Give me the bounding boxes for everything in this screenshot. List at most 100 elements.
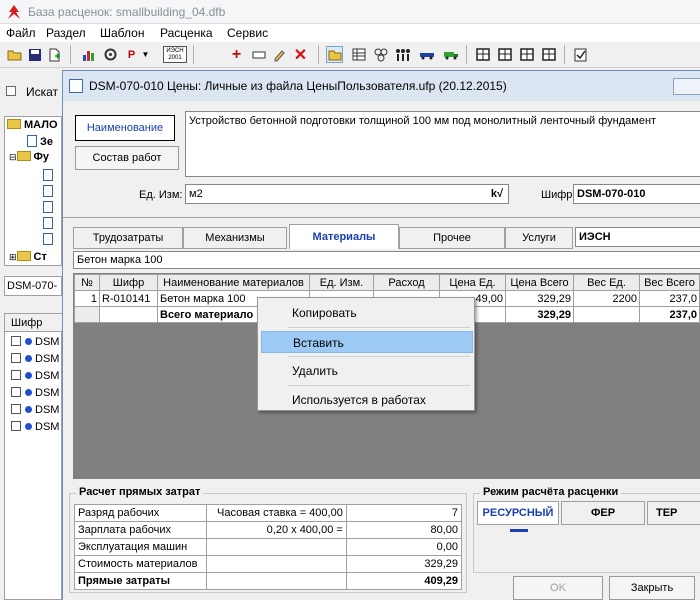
tree-node[interactable]	[43, 169, 56, 182]
new-doc-icon[interactable]	[46, 46, 63, 63]
table-header-row: № Шифр Наименование материалов Ед. Изм. …	[74, 274, 700, 291]
checkbox[interactable]	[11, 370, 21, 380]
rate-list[interactable]: Шифр DSM DSM DSM DSM DSM DSM	[4, 313, 63, 600]
work-composition-button[interactable]: Состав работ	[75, 146, 179, 170]
checkbox[interactable]	[11, 336, 21, 346]
add-plus-icon[interactable]: +	[228, 46, 245, 63]
tree-node-root[interactable]: МАЛО	[7, 119, 58, 131]
ok-button[interactable]: OK	[513, 576, 603, 600]
list-item[interactable]: DSM	[11, 421, 59, 433]
maximize-button[interactable]	[673, 78, 700, 95]
menu-item-delete[interactable]: Удалить	[261, 360, 473, 382]
checkbox[interactable]	[11, 353, 21, 363]
menu-rate[interactable]: Расценка	[160, 26, 213, 40]
table-cell[interactable]: 237,0	[639, 290, 700, 307]
mode-fer-tab[interactable]: ФЕР	[561, 501, 645, 525]
list-item[interactable]: DSM	[11, 404, 59, 416]
description-field[interactable]: Устройство бетонной подготовки толщиной …	[185, 111, 700, 177]
tab-services[interactable]: Услуги	[505, 227, 573, 249]
table-edit-icon[interactable]	[518, 46, 535, 63]
bullet-icon	[25, 355, 32, 362]
iesn-icon[interactable]: ИЭСН 2001	[163, 46, 187, 63]
rate-dialog: DSM-070-010 Цены: Личные из файла ЦеныПо…	[62, 70, 700, 600]
tree-node[interactable]: ⊞ Ст	[9, 251, 47, 263]
group-title: Режим расчёта расценки	[480, 486, 622, 498]
folder-view-icon[interactable]	[326, 46, 343, 63]
tree-node[interactable]: Зе	[27, 135, 53, 148]
tree-node[interactable]	[43, 233, 56, 246]
col-header: Шифр	[99, 274, 158, 291]
tree-node[interactable]: ⊟ Фу	[9, 151, 49, 163]
menu-item-paste[interactable]: Вставить	[261, 331, 473, 353]
mode-ter-tab[interactable]: ТЕР	[647, 501, 700, 525]
tab-materials[interactable]: Материалы	[289, 224, 399, 249]
calc-mid	[205, 538, 347, 556]
table-cell	[74, 306, 100, 323]
table-cell[interactable]: 329,29	[505, 290, 574, 307]
table-del-icon[interactable]	[540, 46, 557, 63]
calc-mid	[205, 572, 347, 590]
menu-item-used-in-works[interactable]: Используется в работах	[261, 389, 473, 411]
table-icon[interactable]	[474, 46, 491, 63]
grid-view-icon[interactable]	[350, 46, 367, 63]
check-doc-icon[interactable]	[572, 46, 589, 63]
table-row: Эксплуатация машин 0,00	[74, 538, 463, 556]
calc-value[interactable]: 7	[345, 504, 463, 522]
folder-icon	[7, 119, 21, 129]
app-logo-icon	[8, 5, 20, 19]
checkbox[interactable]	[11, 387, 21, 397]
machine-icon[interactable]	[418, 46, 435, 63]
code-filter-field[interactable]: DSM-070-	[4, 276, 62, 296]
list-item[interactable]: DSM	[11, 387, 59, 399]
edit-icon[interactable]	[270, 46, 287, 63]
workers-icon[interactable]	[394, 46, 411, 63]
menu-item-copy[interactable]: Копировать	[261, 302, 473, 324]
menu-service[interactable]: Сервис	[227, 26, 268, 40]
code-field[interactable]: DSM-070-010	[573, 184, 700, 204]
chart-icon[interactable]	[80, 46, 97, 63]
table-add-icon[interactable]	[496, 46, 513, 63]
menu-separator	[288, 385, 470, 386]
unit-field[interactable]: м2	[185, 184, 509, 204]
open-folder-icon[interactable]	[6, 46, 23, 63]
bullet-icon	[25, 423, 32, 430]
menu-separator	[288, 356, 470, 357]
mode-resource-tab[interactable]: РЕСУРСНЫЙ	[477, 501, 559, 525]
save-icon[interactable]	[26, 46, 43, 63]
menu-template[interactable]: Шаблон	[100, 26, 144, 40]
table-cell[interactable]: R-010141	[99, 290, 158, 307]
menu-file[interactable]: Файл	[6, 26, 36, 40]
tree-node[interactable]	[43, 185, 56, 198]
close-button[interactable]: Закрыть	[609, 576, 695, 600]
direct-costs-group: Расчет прямых затрат Разряд рабочих Часов…	[69, 486, 467, 593]
tree-node[interactable]	[43, 201, 56, 214]
list-item[interactable]: DSM	[11, 336, 59, 348]
list-item[interactable]: DSM	[11, 353, 59, 365]
menu-separator	[288, 327, 470, 328]
calc-value: 409,29	[345, 572, 463, 590]
dialog-icon	[69, 79, 83, 93]
remove-minus-icon[interactable]	[250, 46, 267, 63]
gear-icon[interactable]	[102, 46, 119, 63]
calc-mid: Часовая ставка = 400,00	[205, 504, 347, 522]
menu-section[interactable]: Раздел	[46, 26, 86, 40]
checkbox[interactable]	[11, 421, 21, 431]
tab-other[interactable]: Прочее	[399, 227, 505, 249]
list-item[interactable]: DSM	[11, 370, 59, 382]
toolbar-separator	[564, 45, 565, 64]
network-icon[interactable]	[372, 46, 389, 63]
tab-machines[interactable]: Механизмы	[183, 227, 287, 249]
delete-x-icon[interactable]: ✕	[292, 46, 309, 64]
table-cell[interactable]: 2200	[573, 290, 640, 307]
dropdown-arrow-icon[interactable]: ▼	[137, 46, 154, 63]
norm-base-combo[interactable]: ИЭСН	[575, 227, 700, 247]
name-button[interactable]: Наименование	[75, 115, 175, 141]
table-cell[interactable]: 1	[74, 290, 100, 307]
checkbox[interactable]	[11, 404, 21, 414]
section-tree[interactable]: МАЛО Зе ⊟ Фу ⊞ Ст	[4, 116, 62, 266]
truck-icon[interactable]	[442, 46, 459, 63]
unit-picker-button[interactable]: k√	[487, 186, 507, 202]
tree-node[interactable]	[43, 217, 56, 230]
search-checkbox[interactable]	[6, 86, 16, 96]
tab-labor[interactable]: Трудозатраты	[73, 227, 183, 249]
